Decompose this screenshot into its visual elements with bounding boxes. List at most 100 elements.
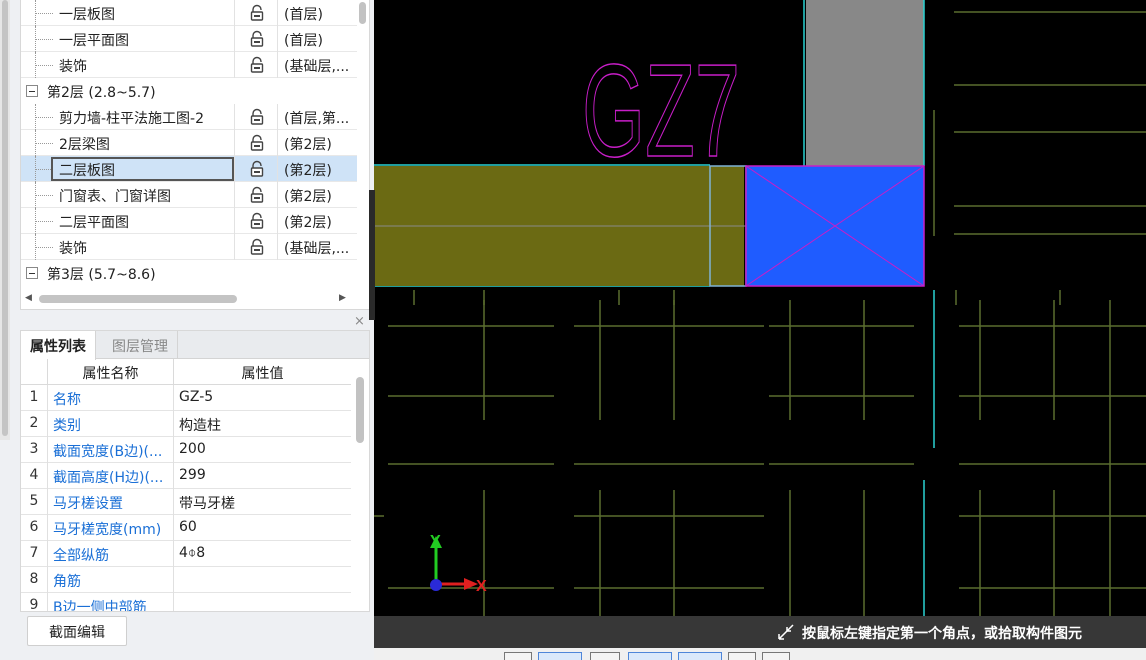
property-value[interactable]: 构造柱 [174, 411, 351, 437]
layer-scope: (第2层) [284, 215, 332, 231]
property-row[interactable]: 2 类别 构造柱 [21, 411, 351, 437]
corner-select-icon [778, 624, 794, 640]
property-row[interactable]: 5 马牙槎设置 带马牙槎 [21, 489, 351, 515]
cad-drawing: GZ7 Y X [374, 0, 1146, 616]
tree-connector [35, 143, 53, 144]
property-value[interactable]: 299 [174, 463, 351, 489]
layer-scope: (基础层,... [284, 59, 350, 75]
tree-item-row[interactable]: 装饰 (基础层,... [21, 52, 357, 78]
property-row[interactable]: 7 全部纵筋 4⌽8 [21, 541, 351, 567]
property-row[interactable]: 9 B边一侧中部筋 [21, 593, 351, 611]
tree-connector [35, 65, 53, 66]
origin-point [430, 579, 442, 591]
lock-toggle[interactable] [234, 182, 278, 208]
tree-item-row[interactable]: 一层板图 (首层) [21, 0, 357, 26]
property-row[interactable]: 4 截面高度(H边)(... 299 [21, 463, 351, 489]
tree-item-row[interactable]: 一层平面图 (首层) [21, 26, 357, 52]
row-index: 3 [29, 441, 39, 457]
property-value[interactable]: 带马牙槎 [174, 489, 351, 515]
lock-toggle[interactable] [234, 156, 278, 182]
drawing-name: 门窗表、门窗详图 [59, 189, 171, 205]
property-value[interactable]: 200 [174, 437, 351, 463]
drawing-tree: 一层板图 (首层) 一层平面图 (首层) 装饰 (基础层,... 第2层 (2.8~5.7)… [20, 0, 370, 310]
drawing-canvas[interactable]: GZ7 Y X [374, 0, 1146, 648]
property-name: 马牙槎设置 [47, 489, 174, 515]
collapse-minus-icon[interactable] [26, 267, 38, 279]
property-name: B边一侧中部筋 [47, 593, 174, 611]
panel-splitter[interactable] [369, 190, 375, 320]
collapse-minus-icon[interactable] [26, 85, 38, 97]
column-header-value: 属性值 [241, 366, 284, 382]
row-index: 2 [29, 415, 39, 431]
tree-item-row[interactable]: 二层板图 (第2层) [21, 156, 357, 182]
property-name: 全部纵筋 [47, 541, 174, 567]
property-panel: 属性列表 图层管理 属性名称 属性值 1 名称 GZ-5 2 类别 构造柱 3 截面宽度(B边… [20, 330, 370, 612]
tree-horizontal-scrollbar[interactable]: ◀ ▶ [21, 290, 357, 308]
toolbar-button[interactable] [504, 652, 532, 660]
row-index: 7 [29, 545, 39, 561]
toolbar-button[interactable] [538, 652, 582, 660]
lock-toggle[interactable] [234, 0, 278, 26]
drawing-name: 一层平面图 [59, 33, 129, 49]
tree-item-row[interactable]: 2层梁图 (第2层) [21, 130, 357, 156]
toolbar-button[interactable] [728, 652, 756, 660]
property-value[interactable]: 4⌽8 [174, 541, 351, 567]
toolbar-button[interactable] [590, 652, 620, 660]
scroll-left-arrow-icon[interactable]: ◀ [25, 293, 32, 303]
edit-section-button[interactable]: 截面编辑 [27, 616, 127, 646]
property-value[interactable] [174, 593, 351, 611]
lock-toggle[interactable] [234, 52, 278, 78]
status-prompt: 按鼠标左键指定第一个角点，或拾取构件图元 [802, 626, 1082, 642]
property-name: 截面高度(H边)(... [47, 463, 174, 489]
lock-toggle[interactable] [234, 208, 278, 234]
gray-column-block [806, 0, 924, 166]
toolbar-button[interactable] [762, 652, 790, 660]
property-value[interactable]: 60 [174, 515, 351, 541]
property-row[interactable]: 1 名称 GZ-5 [21, 385, 351, 411]
y-axis-label: Y [430, 533, 441, 550]
tree-item-row[interactable]: 二层平面图 (第2层) [21, 208, 357, 234]
app-window: 一层板图 (首层) 一层平面图 (首层) 装饰 (基础层,... 第2层 (2.8~5.7)… [0, 0, 1146, 660]
layer-scope: (首层) [284, 33, 323, 49]
property-value[interactable]: GZ-5 [174, 385, 351, 411]
tree-vertical-scrollbar[interactable] [357, 0, 367, 290]
scrollbar-thumb[interactable] [39, 295, 237, 303]
property-tabs: 属性列表 图层管理 [21, 331, 369, 360]
tree-item-row[interactable]: 剪力墙-柱平法施工图-2 (首层,第... [21, 104, 357, 130]
tab-layer-management[interactable]: 图层管理 [103, 331, 178, 359]
toolbar-button[interactable] [628, 652, 672, 660]
scrollbar-thumb[interactable] [359, 2, 366, 24]
tree-group-row[interactable]: 第2层 (2.8~5.7) [21, 78, 357, 104]
layer-scope: (首层) [284, 7, 323, 23]
drawing-name: 2层梁图 [59, 137, 110, 153]
lock-toggle[interactable] [234, 234, 278, 260]
toolbar-button[interactable] [678, 652, 722, 660]
lock-toggle[interactable] [234, 130, 278, 156]
property-row[interactable]: 3 截面宽度(B边)(... 200 [21, 437, 351, 463]
tab-property-list[interactable]: 属性列表 [21, 331, 96, 360]
layer-scope: (第2层) [284, 163, 332, 179]
group-label: 第3层 (5.7~8.6) [47, 267, 156, 283]
lock-toggle[interactable] [234, 104, 278, 130]
scrollbar-thumb[interactable] [356, 377, 364, 443]
column-label-text: GZ7 [582, 37, 740, 184]
left-panel-scrollbar[interactable] [0, 0, 10, 440]
close-icon[interactable]: × [354, 314, 365, 329]
row-index: 6 [29, 519, 39, 535]
row-index: 8 [29, 571, 39, 587]
drawing-name: 装饰 [59, 59, 87, 75]
property-row[interactable]: 6 马牙槎宽度(mm) 60 [21, 515, 351, 541]
property-name: 马牙槎宽度(mm) [47, 515, 174, 541]
property-scrollbar[interactable] [354, 359, 368, 611]
tree-group-row[interactable]: 第3层 (5.7~8.6) [21, 260, 357, 286]
bottom-toolbar [374, 648, 1146, 660]
property-row[interactable]: 8 角筋 [21, 567, 351, 593]
layer-scope: (第2层) [284, 189, 332, 205]
property-value[interactable] [174, 567, 351, 593]
lock-toggle[interactable] [234, 26, 278, 52]
tree-item-row[interactable]: 装饰 (基础层,... [21, 234, 357, 260]
scroll-right-arrow-icon[interactable]: ▶ [339, 293, 346, 303]
tree-item-row[interactable]: 门窗表、门窗详图 (第2层) [21, 182, 357, 208]
group-label: 第2层 (2.8~5.7) [47, 85, 156, 101]
scrollbar-thumb[interactable] [2, 0, 8, 436]
